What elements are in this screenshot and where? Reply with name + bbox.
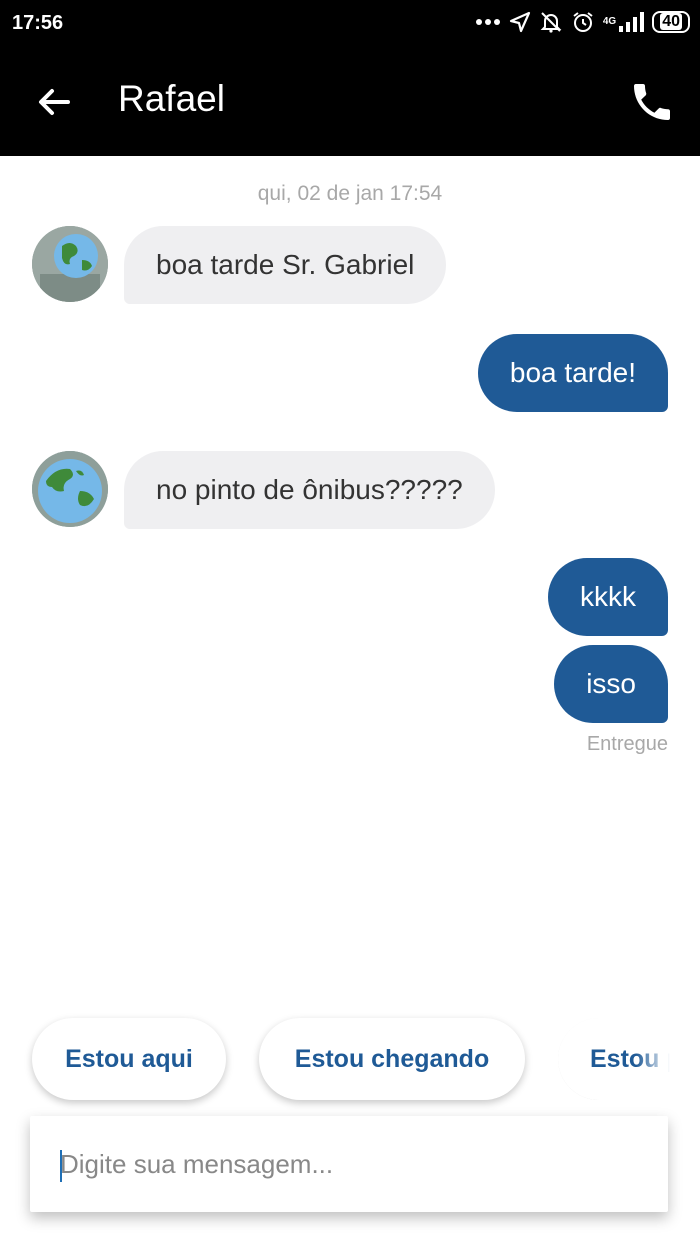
message-bubble-incoming[interactable]: boa tarde Sr. Gabriel [124,226,447,304]
chat-timestamp: qui, 02 de jan 17:54 [257,182,443,205]
status-bar: 17:56 4G 40 [0,0,700,48]
phone-icon[interactable] [628,78,676,126]
message-bubble-incoming[interactable]: no pinto de ônibus????? [124,451,495,529]
delivery-status: Entregue [586,733,668,755]
contact-avatar[interactable] [32,451,108,527]
back-arrow-icon[interactable] [34,82,74,122]
message-bubble-outgoing[interactable]: isso [554,645,668,723]
location-icon [509,11,530,33]
quick-reply-chip[interactable]: Estou aqui [32,1018,226,1100]
dots-icon [475,19,500,25]
signal-icon [619,12,645,32]
message-composer [30,1116,668,1212]
message-bubble-outgoing[interactable]: kkkk [548,558,668,636]
chat-header: Rafael [0,48,700,156]
message-bubble-outgoing[interactable]: boa tarde! [477,334,668,412]
text-cursor [60,1150,62,1182]
alarm-icon [573,12,593,32]
contact-avatar[interactable] [32,226,108,302]
muted-bell-icon [540,12,562,33]
quick-reply-chip[interactable]: Estou pr [558,1018,700,1100]
network-type: 4G [602,16,617,27]
battery-level: 40 [660,13,682,30]
globe-icon [32,226,108,302]
battery-icon: 40 [652,11,690,33]
quick-reply-chip[interactable]: Estou chegando [259,1018,525,1100]
message-input[interactable] [60,1116,640,1212]
contact-name: Rafael [118,78,225,119]
status-icons: 4G 40 [475,10,690,34]
status-time: 17:56 [12,12,64,34]
globe-icon [32,451,108,527]
